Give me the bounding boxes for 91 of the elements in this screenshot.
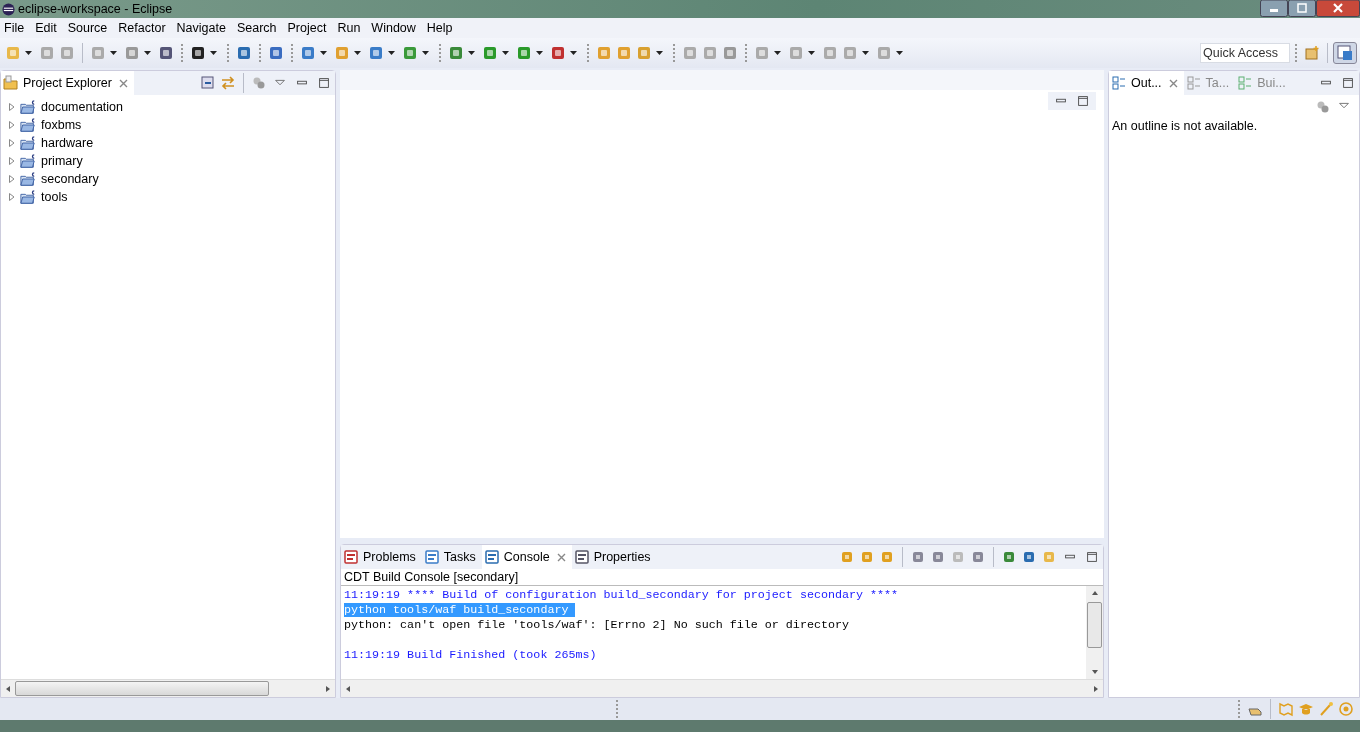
document-tab-icon (1185, 75, 1202, 91)
project-folder-icon (20, 153, 36, 169)
close-icon[interactable] (556, 552, 566, 562)
problems-tab-icon (343, 549, 359, 565)
view-tab[interactable]: Properties (571, 545, 657, 569)
maximize-button[interactable] (1288, 0, 1316, 17)
dropdown-arrow-icon[interactable] (354, 51, 361, 55)
expand-arrow-icon[interactable] (8, 157, 16, 165)
console-line: python: can't open file 'tools/waf': [Errno 2] No such file or directory (344, 618, 849, 632)
dropdown-arrow-icon[interactable] (320, 51, 327, 55)
console-title: CDT Build Console [secondary] (341, 569, 1103, 586)
eclipse-logo-icon (2, 2, 15, 16)
vertical-scrollbar[interactable] (1086, 586, 1103, 679)
dropdown-arrow-icon[interactable] (656, 51, 663, 55)
horizontal-scrollbar[interactable] (341, 679, 1103, 697)
maximize-icon[interactable] (1076, 94, 1090, 108)
expand-arrow-icon[interactable] (8, 121, 16, 129)
project-folder-icon (20, 189, 36, 205)
menu-item[interactable]: Source (63, 21, 115, 35)
console-line: 11:19:19 Build Finished (took 265ms) (344, 648, 597, 662)
minimize-button[interactable] (1260, 0, 1288, 17)
view-tab[interactable]: Console (481, 545, 572, 569)
expand-arrow-icon[interactable] (8, 175, 16, 183)
expand-arrow-icon[interactable] (8, 103, 16, 111)
scroll-up-icon[interactable] (1091, 590, 1098, 596)
collapse-all-icon[interactable] (200, 75, 216, 91)
scroll-right-icon[interactable] (325, 685, 331, 692)
dropdown-arrow-icon[interactable] (862, 51, 869, 55)
close-button[interactable] (1316, 0, 1360, 17)
dropdown-arrow-icon[interactable] (388, 51, 395, 55)
view-tab[interactable]: Problems (341, 545, 422, 569)
console-tab-icon (483, 549, 500, 565)
tree-item[interactable]: tools (40, 190, 69, 204)
circle-tab-icon (1237, 75, 1254, 91)
close-icon[interactable] (1168, 78, 1178, 88)
dropdown-arrow-icon[interactable] (110, 51, 117, 55)
dropdown-arrow-icon[interactable] (570, 51, 577, 55)
tree-item[interactable]: documentation (40, 100, 124, 114)
project-folder-icon (20, 117, 36, 133)
window-title: eclipse-workspace - Eclipse (18, 2, 173, 16)
menu-item[interactable]: Edit (31, 21, 64, 35)
dropdown-arrow-icon[interactable] (896, 51, 903, 55)
quick-access-field[interactable]: Quick Access (1200, 43, 1290, 63)
expand-arrow-icon[interactable] (8, 193, 16, 201)
menu-item[interactable]: Project (283, 21, 334, 35)
dropdown-arrow-icon[interactable] (774, 51, 781, 55)
map-icon[interactable] (1278, 701, 1294, 717)
magic-wand-icon[interactable] (1318, 701, 1334, 717)
expand-arrow-icon[interactable] (8, 139, 16, 147)
menu-item[interactable]: Run (333, 21, 368, 35)
scroll-right-icon[interactable] (1093, 685, 1099, 692)
view-tab[interactable]: Tasks (421, 545, 482, 569)
c-perspective-button[interactable] (1333, 42, 1357, 64)
dropdown-arrow-icon[interactable] (808, 51, 815, 55)
menu-item[interactable]: Window (367, 21, 423, 35)
view-tab[interactable]: Out... (1109, 71, 1184, 95)
project-folder-icon (20, 135, 36, 151)
maximize-icon[interactable] (1085, 550, 1099, 564)
scroll-left-icon[interactable] (345, 685, 351, 692)
horizontal-scrollbar[interactable] (1, 679, 335, 697)
open-perspective-icon[interactable] (1304, 45, 1320, 61)
menu-item[interactable]: File (0, 21, 32, 35)
dropdown-arrow-icon[interactable] (210, 51, 217, 55)
maximize-icon[interactable] (317, 76, 331, 90)
menu-item[interactable]: Navigate (172, 21, 233, 35)
menu-item[interactable]: Help (422, 21, 460, 35)
tree-item[interactable]: primary (40, 154, 84, 168)
scroll-left-icon[interactable] (5, 685, 11, 692)
tree-item[interactable]: foxbms (40, 118, 83, 132)
console-line: 11:19:19 **** Build of configuration build_secondary for project secondary **** (344, 588, 899, 602)
scroll-down-icon[interactable] (1091, 669, 1098, 675)
outline-tab-icon (1111, 75, 1127, 91)
dropdown-arrow-icon[interactable] (502, 51, 509, 55)
menu-item[interactable]: Refactor (114, 21, 173, 35)
project-explorer-tab[interactable]: Project Explorer (1, 71, 134, 95)
maximize-icon[interactable] (1341, 76, 1355, 90)
dropdown-arrow-icon[interactable] (422, 51, 429, 55)
dropdown-arrow-icon[interactable] (468, 51, 475, 55)
table-tab-icon (573, 549, 590, 565)
close-icon[interactable] (118, 78, 128, 88)
dropdown-arrow-icon[interactable] (536, 51, 543, 55)
graduation-cap-icon[interactable] (1298, 701, 1314, 717)
project-folder-icon (20, 99, 36, 115)
dropdown-arrow-icon[interactable] (25, 51, 32, 55)
tree-item[interactable]: secondary (40, 172, 100, 186)
dropdown-arrow-icon[interactable] (144, 51, 151, 55)
tasks-tab-icon (423, 549, 440, 565)
outline-message: An outline is not available. (1111, 118, 1259, 135)
tree-item[interactable]: hardware (40, 136, 95, 150)
menu-item[interactable]: Search (232, 21, 284, 35)
project-folder-icon (20, 171, 36, 187)
